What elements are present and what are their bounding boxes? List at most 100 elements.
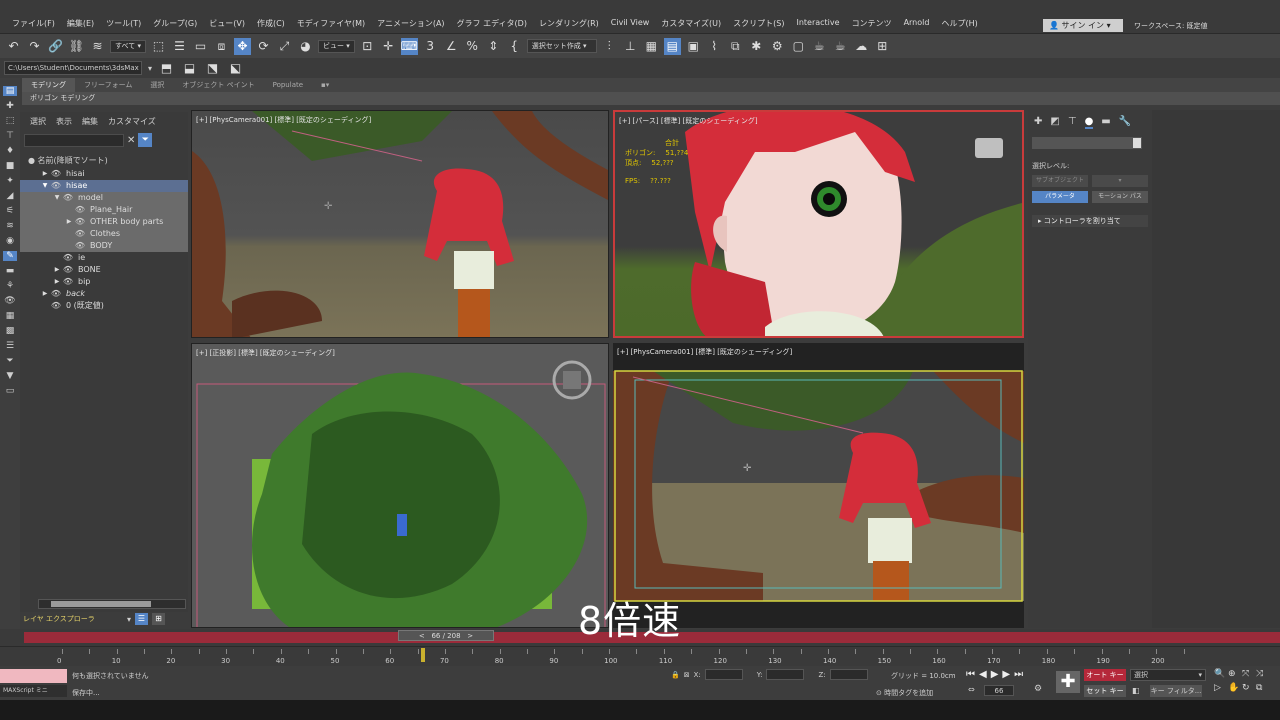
menu-item[interactable]: Arnold xyxy=(898,18,936,29)
menu-item[interactable]: 作成(C) xyxy=(251,18,291,29)
ribbon-tab[interactable]: オブジェクト ペイント xyxy=(173,78,263,92)
redo-icon[interactable]: ↷ xyxy=(26,38,43,55)
object-color-swatch[interactable] xyxy=(1133,138,1141,148)
reference-coord-dropdown[interactable]: ビュー ▾ xyxy=(317,39,355,53)
eye-icon[interactable]: 👁 xyxy=(62,192,74,204)
menu-item[interactable]: ツール(T) xyxy=(100,18,147,29)
sign-in-dropdown[interactable]: 👤 サイン イン ▾ xyxy=(1043,19,1123,32)
menu-item[interactable]: ビュー(V) xyxy=(203,18,251,29)
create-icon[interactable]: ✚ xyxy=(6,101,14,111)
hierarchy-tab-icon[interactable]: ⊤ xyxy=(1068,116,1077,129)
rendered-frame-window-icon[interactable]: ▢ xyxy=(790,38,807,55)
expand-arrow-icon[interactable]: ▼ xyxy=(52,192,62,204)
modify-icon[interactable]: ✎ xyxy=(3,251,17,261)
rectangle-selection-icon[interactable]: ▭ xyxy=(192,38,209,55)
schematic-view-icon[interactable]: ⧉ xyxy=(727,38,744,55)
menu-item[interactable]: コンテンツ xyxy=(846,18,898,29)
mirror-icon[interactable]: ⫶ xyxy=(601,38,618,55)
time-slider-thumb[interactable]: < 66 / 208 > xyxy=(398,630,494,641)
parameters-button[interactable]: パラメータ xyxy=(1032,191,1088,203)
rotate-icon[interactable]: ⟳ xyxy=(255,38,272,55)
play-icon[interactable]: ▶ xyxy=(991,669,999,680)
z-coord-field[interactable] xyxy=(829,669,868,680)
menu-item[interactable]: Civil View xyxy=(605,18,656,29)
time-cursor[interactable] xyxy=(421,648,426,662)
expand-arrow-icon[interactable]: ▼ xyxy=(40,180,50,192)
zoom-extents-all-icon[interactable]: ⤨ xyxy=(1256,669,1270,679)
curve-editor-icon[interactable]: ⌇ xyxy=(706,38,723,55)
eye-icon[interactable]: 👁 xyxy=(74,216,86,228)
unlink-icon[interactable]: ⛓ xyxy=(68,38,85,55)
percent-snap-icon[interactable]: % xyxy=(464,38,481,55)
tree-row[interactable]: ▼ 👁 model xyxy=(20,192,188,204)
key-filter-toggle-icon[interactable]: ◧ xyxy=(1132,686,1140,695)
viewport-label[interactable]: [+] [パース] [標準] [既定のシェーディング] xyxy=(619,116,758,126)
layer-explorer-label[interactable]: レイヤ エクスプローラ xyxy=(23,614,123,624)
toggle-layer-explorer-icon[interactable]: ▤ xyxy=(663,37,681,55)
eye-icon[interactable]: 👁 xyxy=(50,300,62,312)
menu-item[interactable]: スクリプト(S) xyxy=(727,18,790,29)
eye-icon[interactable]: 👁 xyxy=(74,204,86,216)
prev-frame-button-icon[interactable]: ◀ xyxy=(979,669,987,680)
modify-tab-icon[interactable]: ◩ xyxy=(1050,116,1059,129)
viewport-camera-top-left[interactable]: [+] [PhysCamera001] [標準] [既定のシェーディング] ✛ xyxy=(191,110,609,338)
eye-icon[interactable]: 👁 xyxy=(50,288,62,300)
next-frame-button-icon[interactable]: ▶ xyxy=(1002,669,1010,680)
key-filters-button[interactable]: キー フィルタ... xyxy=(1150,685,1202,697)
funnel-icon[interactable]: ▼ xyxy=(7,371,14,381)
sub-object-button[interactable]: サブオブジェクト xyxy=(1032,175,1088,187)
select-icon[interactable]: ⬚ xyxy=(6,116,15,126)
menu-item[interactable]: アニメーション(A) xyxy=(371,18,450,29)
menu-item[interactable]: グループ(G) xyxy=(147,18,203,29)
viewport-orthographic[interactable]: [+] [正投影] [標準] [既定のシェーディング] xyxy=(191,343,609,628)
object-name-field[interactable] xyxy=(1032,137,1142,149)
edit-named-sets-icon[interactable]: { xyxy=(506,38,523,55)
undo-icon[interactable]: ↶ xyxy=(5,38,22,55)
viewport-label[interactable]: [+] [PhysCamera001] [標準] [既定のシェーディング] xyxy=(196,115,371,125)
helper-icon[interactable]: ⚟ xyxy=(6,206,14,216)
tree-row[interactable]: ▶ 👁 BONE xyxy=(20,264,188,276)
box-icon[interactable]: ▭ xyxy=(6,386,15,396)
orbit-icon[interactable]: ↻ xyxy=(1242,683,1256,693)
select-object-icon[interactable]: ⬚ xyxy=(150,38,167,55)
freeze-icon[interactable]: ▩ xyxy=(6,326,15,336)
lock-icon[interactable]: 🔒 xyxy=(671,671,680,679)
ribbon-tab[interactable]: フリーフォーム xyxy=(75,78,141,92)
maxscript-input[interactable] xyxy=(0,669,67,683)
absolute-mode-icon[interactable]: ⊠ xyxy=(684,671,690,679)
time-config-icon[interactable]: ⚙ xyxy=(1034,684,1042,694)
open-project-icon[interactable]: ⬕ xyxy=(227,60,244,77)
eye-icon[interactable]: 👁 xyxy=(50,180,62,192)
set-key-button[interactable]: セット キー xyxy=(1084,685,1126,697)
filter-icon[interactable]: ⏷ xyxy=(6,356,13,366)
pan-icon[interactable]: ✋ xyxy=(1228,683,1242,693)
tree-row[interactable]: ▶ 👁 bip xyxy=(20,276,188,288)
set-project-icon[interactable]: ⬒ xyxy=(158,60,175,77)
tree-row[interactable]: ▼ 👁 hisae xyxy=(20,180,188,192)
viewport-perspective[interactable]: [+] [パース] [標準] [既定のシェーディング] 合計 ポリゴン: 51,?… xyxy=(613,110,1024,338)
render-iterative-icon[interactable]: ☕ xyxy=(832,38,849,55)
select-by-name-icon[interactable]: ☰ xyxy=(171,38,188,55)
viewport-camera-bottom-right[interactable]: [+] [PhysCamera001] [標準] [既定のシェーディング] ✛ xyxy=(613,343,1024,628)
key-set-dropdown[interactable]: 選択 ▾ xyxy=(1130,669,1206,681)
motion-tab-icon[interactable]: ● xyxy=(1084,116,1094,129)
menu-item[interactable]: 編集(E) xyxy=(61,18,100,29)
ribbon-tab[interactable]: Populate xyxy=(264,78,312,92)
field-of-view-icon[interactable]: ▷ xyxy=(1214,683,1228,693)
expand-arrow-icon[interactable]: ▶ xyxy=(52,276,62,288)
menu-item[interactable]: レンダリング(R) xyxy=(533,18,605,29)
add-time-tag[interactable]: ⊙ 時間タグを追加 xyxy=(876,688,933,698)
explorer-search-input[interactable] xyxy=(24,133,124,147)
hierarchy-icon[interactable]: ⊤ xyxy=(6,131,14,141)
ribbon-subtitle[interactable]: ポリゴン モデリング xyxy=(22,92,1280,105)
shape-icon[interactable]: ◢ xyxy=(7,191,14,201)
bones-icon[interactable]: ♦ xyxy=(6,146,14,156)
ribbon-options-icon[interactable]: ▪▾ xyxy=(312,78,338,92)
next-frame-icon[interactable]: > xyxy=(467,632,473,640)
material-editor-icon[interactable]: ✱ xyxy=(748,38,765,55)
tree-row[interactable]: ▶ 👁 OTHER body parts xyxy=(20,216,188,228)
selection-filter-dropdown[interactable]: すべて ▾ xyxy=(110,39,146,53)
expand-arrow-icon[interactable]: ▶ xyxy=(64,216,74,228)
go-to-end-icon[interactable]: ⏭ xyxy=(1014,669,1023,680)
project-path-field[interactable]: C:\Users\Student\Documents\3dsMax xyxy=(4,61,142,75)
